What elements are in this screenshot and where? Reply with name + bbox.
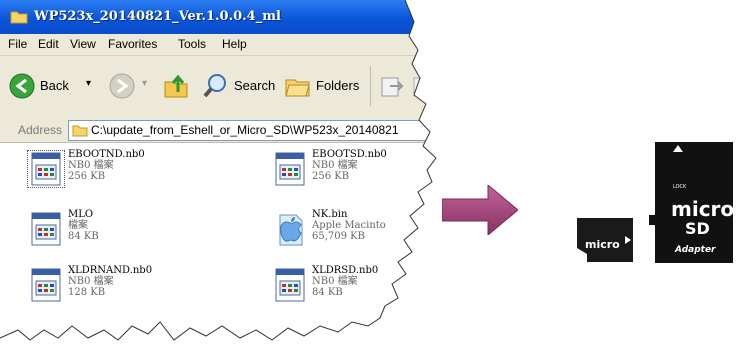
file-type: NB0 檔案: [312, 160, 358, 171]
file-type: Apple Macinto: [312, 220, 386, 231]
menu-edit[interactable]: Edit: [38, 37, 59, 51]
back-label: Back: [40, 78, 69, 93]
adapter-lock-label: LOCK: [673, 184, 687, 190]
file-name: EBOOTND.nb0: [68, 149, 145, 160]
file-type: NB0 檔案: [312, 276, 358, 287]
window-title: WP523x_20140821_Ver.1.0.0.4_ml: [34, 9, 281, 24]
file-list: EBOOTND.nb0 NB0 檔案 256 KB EBOOTSD.nb0 NB…: [0, 143, 430, 349]
file-info: XLDRNAND.nb0 NB0 檔案 128 KB: [68, 265, 152, 298]
folders-icon: [284, 72, 312, 100]
search-icon: [202, 72, 230, 100]
back-arrow-icon: [8, 72, 36, 100]
adapter-brand-sd: SD: [685, 219, 710, 238]
address-field[interactable]: C:\update_from_Eshell_or_Micro_SD\WP523x…: [68, 120, 430, 141]
file-type: NB0 檔案: [68, 276, 114, 287]
menu-favorites[interactable]: Favorites: [108, 37, 157, 51]
nb0-file-icon: [28, 151, 64, 187]
title-bar[interactable]: WP523x_20140821_Ver.1.0.0.4_ml: [0, 0, 430, 34]
copy-to-icon: [410, 72, 434, 100]
folder-icon: [72, 123, 88, 137]
file-name: EBOOTSD.nb0: [312, 149, 387, 160]
file-size: 256 KB: [68, 171, 106, 182]
menu-view[interactable]: View: [70, 37, 96, 51]
file-size: 84 KB: [68, 231, 99, 242]
adapter-label: Adapter: [674, 245, 716, 255]
forward-arrow-icon: [108, 72, 136, 100]
generic-file-icon: [28, 211, 64, 247]
file-type: NB0 檔案: [68, 160, 114, 171]
nb0-file-icon: [28, 267, 64, 303]
file-info: MLO 檔案 84 KB: [68, 209, 99, 242]
file-size: 256 KB: [312, 171, 350, 182]
up-folder-icon: [162, 72, 190, 100]
file-name: MLO: [68, 209, 94, 220]
back-dropdown-icon[interactable]: ▾: [86, 78, 91, 89]
file-item[interactable]: EBOOTSD.nb0 NB0 檔案 256 KB: [272, 149, 432, 193]
apple-file-icon: [272, 211, 308, 247]
search-button[interactable]: Search: [202, 72, 280, 100]
forward-button[interactable]: ▾: [108, 72, 156, 100]
file-item[interactable]: NK.bin Apple Macinto 65,709 KB: [272, 209, 432, 253]
move-to-button[interactable]: [378, 72, 406, 100]
address-path: C:\update_from_Eshell_or_Micro_SD\WP523x…: [91, 123, 399, 137]
nb0-file-icon: [272, 267, 308, 303]
file-item[interactable]: EBOOTND.nb0 NB0 檔案 256 KB: [28, 149, 188, 193]
back-button[interactable]: Back ▾: [8, 72, 98, 100]
menu-tools[interactable]: Tools: [178, 37, 206, 51]
up-folder-button[interactable]: [162, 72, 190, 100]
menu-bar: File Edit View Favorites Tools Help: [0, 34, 430, 56]
toolbar: Back ▾ ▾ Search Folders: [0, 56, 430, 119]
file-info: EBOOTSD.nb0 NB0 檔案 256 KB: [312, 149, 387, 182]
address-label: Address: [18, 123, 63, 137]
menu-file[interactable]: File: [8, 37, 27, 51]
microsd-adapter-icon: LOCK micro SD Adapter micro: [577, 142, 734, 263]
adapter-brand-micro: micro: [671, 197, 734, 221]
folders-label: Folders: [316, 78, 360, 93]
file-item[interactable]: XLDRNAND.nb0 NB0 檔案 128 KB: [28, 265, 188, 309]
toolbar-separator: [370, 66, 371, 106]
file-item[interactable]: MLO 檔案 84 KB: [28, 209, 188, 253]
forward-dropdown-icon[interactable]: ▾: [142, 78, 147, 89]
nb0-file-icon: [272, 151, 308, 187]
file-size: 128 KB: [68, 287, 106, 298]
folder-icon: [10, 10, 28, 24]
file-name: XLDRSD.nb0: [312, 265, 379, 276]
menu-help[interactable]: Help: [222, 37, 247, 51]
search-label: Search: [234, 78, 276, 93]
folders-button[interactable]: Folders: [284, 72, 366, 100]
file-type: 檔案: [68, 220, 88, 231]
move-to-icon: [378, 72, 406, 100]
right-arrow-icon: [442, 185, 518, 235]
file-size: 84 KB: [312, 287, 343, 298]
address-bar: Address C:\update_from_Eshell_or_Micro_S…: [0, 118, 430, 143]
file-info: XLDRSD.nb0 NB0 檔案 84 KB: [312, 265, 378, 298]
card-brand-micro: micro: [585, 238, 620, 251]
file-name: NK.bin: [312, 209, 348, 220]
file-name: XLDRNAND.nb0: [68, 265, 153, 276]
file-item[interactable]: XLDRSD.nb0 NB0 檔案 84 KB: [272, 265, 432, 309]
file-size: 65,709 KB: [312, 231, 365, 242]
file-info: EBOOTND.nb0 NB0 檔案 256 KB: [68, 149, 145, 182]
file-info: NK.bin Apple Macinto 65,709 KB: [312, 209, 386, 242]
copy-to-button[interactable]: [410, 72, 434, 100]
